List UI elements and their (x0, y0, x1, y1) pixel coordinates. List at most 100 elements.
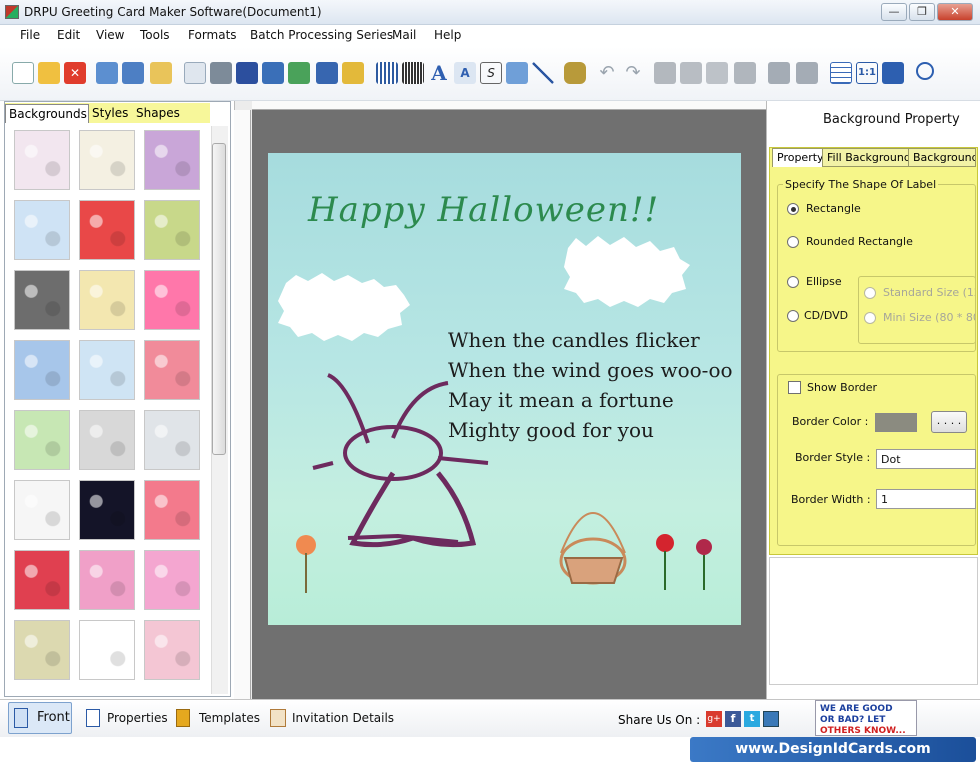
background-thumbnail[interactable] (144, 200, 200, 260)
background-thumbnail[interactable] (14, 200, 70, 260)
delete-icon[interactable] (734, 62, 756, 84)
background-thumbnail[interactable] (79, 620, 135, 680)
poem-line-4[interactable]: Mighty good for you (448, 418, 654, 442)
show-border-checkbox[interactable] (788, 381, 801, 394)
tab-front[interactable]: Front (37, 702, 70, 734)
share-icon[interactable] (763, 711, 779, 727)
background-thumbnail[interactable] (79, 130, 135, 190)
tab-fill-background[interactable]: Fill Background (822, 148, 916, 167)
border-width-input[interactable]: 1 (876, 489, 976, 509)
menu-help[interactable]: Help (434, 28, 461, 42)
radio-cd-dvd[interactable] (787, 310, 799, 322)
facebook-icon[interactable]: f (725, 711, 741, 727)
open-icon[interactable] (38, 62, 60, 84)
word-art-icon[interactable]: A (454, 62, 476, 84)
open-folder-icon[interactable] (150, 62, 172, 84)
background-thumbnail[interactable] (14, 130, 70, 190)
print-icon[interactable] (210, 62, 232, 84)
menu-view[interactable]: View (96, 28, 124, 42)
line-icon[interactable] (532, 62, 554, 84)
undo-icon[interactable]: ↶ (596, 62, 618, 84)
close-button[interactable]: ✕ (937, 3, 973, 21)
background-thumbnail[interactable] (79, 410, 135, 470)
menu-batch-processing[interactable]: Batch Processing Series (250, 28, 393, 42)
background-thumbnail[interactable] (144, 130, 200, 190)
poem-line-3[interactable]: May it mean a fortune (448, 388, 674, 412)
restore-button[interactable]: ❐ (909, 3, 935, 21)
barcode-icon[interactable] (376, 62, 398, 84)
feedback-banner[interactable]: WE ARE GOOD OR BAD? LET OTHERS KNOW... (815, 700, 917, 736)
border-color-swatch[interactable] (875, 413, 917, 432)
background-thumbnail[interactable] (79, 270, 135, 330)
page-setup-icon[interactable] (184, 62, 206, 84)
radio-ellipse[interactable] (787, 276, 799, 288)
text-icon[interactable]: A (428, 62, 450, 84)
barcode2-icon[interactable] (402, 62, 424, 84)
footer-url[interactable]: www.DesignIdCards.com (690, 737, 976, 762)
background-thumbnail[interactable] (79, 340, 135, 400)
grid-icon[interactable] (830, 62, 852, 84)
border-style-select[interactable]: Dot (876, 449, 976, 469)
fit-icon[interactable] (882, 62, 904, 84)
image-icon[interactable] (262, 62, 284, 84)
pen-icon[interactable] (316, 62, 338, 84)
background-thumbnail[interactable] (79, 550, 135, 610)
paste-icon[interactable] (706, 62, 728, 84)
menu-file[interactable]: File (20, 28, 40, 42)
save-as-icon[interactable] (122, 62, 144, 84)
redo-icon[interactable]: ↷ (622, 62, 644, 84)
tab-backgrounds[interactable]: Backgrounds (5, 104, 89, 123)
tab-shapes[interactable]: Shapes (133, 104, 189, 123)
send-back-icon[interactable] (796, 62, 818, 84)
border-color-button[interactable]: . . . . (931, 411, 967, 433)
background-thumbnail[interactable] (79, 200, 135, 260)
shape-icon[interactable] (342, 62, 364, 84)
background-thumbnail[interactable] (144, 550, 200, 610)
background-thumbnail[interactable] (14, 340, 70, 400)
minimize-button[interactable]: — (881, 3, 907, 21)
radio-rectangle[interactable] (787, 203, 799, 215)
tab-property[interactable]: Property (772, 148, 829, 167)
google-plus-icon[interactable]: g+ (706, 711, 722, 727)
menu-mail[interactable]: Mail (392, 28, 416, 42)
background-thumbnail[interactable] (144, 410, 200, 470)
poem-line-2[interactable]: When the wind goes woo-oo (448, 358, 733, 382)
database-icon[interactable] (564, 62, 586, 84)
export-icon[interactable] (236, 62, 258, 84)
tab-templates[interactable]: Templates (199, 702, 260, 734)
actual-size-icon[interactable]: 1:1 (856, 62, 878, 84)
tab-invitation-details[interactable]: Invitation Details (292, 702, 394, 734)
zoom-icon[interactable] (916, 62, 934, 80)
menu-tools[interactable]: Tools (140, 28, 170, 42)
signature-icon[interactable]: S (480, 62, 502, 84)
background-thumbnail[interactable] (144, 620, 200, 680)
tab-styles[interactable]: Styles (89, 104, 133, 123)
tab-background[interactable]: Background (908, 148, 976, 167)
radio-standard-size[interactable] (864, 287, 876, 299)
twitter-icon[interactable]: t (744, 711, 760, 727)
bring-front-icon[interactable] (768, 62, 790, 84)
new-icon[interactable] (12, 62, 34, 84)
cut-icon[interactable] (654, 62, 676, 84)
background-thumbnail[interactable] (14, 410, 70, 470)
save-icon[interactable] (96, 62, 118, 84)
background-thumbnail[interactable] (14, 480, 70, 540)
copy-icon[interactable] (680, 62, 702, 84)
mail-icon[interactable] (506, 62, 528, 84)
close-doc-icon[interactable]: ✕ (64, 62, 86, 84)
scrollbar-thumb[interactable] (212, 143, 226, 455)
background-thumbnail[interactable] (144, 340, 200, 400)
background-thumbnail[interactable] (14, 270, 70, 330)
background-thumbnail[interactable] (79, 480, 135, 540)
image-icon-2[interactable] (288, 62, 310, 84)
radio-mini-size[interactable] (864, 312, 876, 324)
poem-line-1[interactable]: When the candles flicker (448, 328, 700, 352)
card-title[interactable]: Happy Halloween!! (308, 190, 659, 230)
background-thumbnail[interactable] (14, 620, 70, 680)
background-thumbnail[interactable] (144, 270, 200, 330)
tab-properties[interactable]: Properties (107, 702, 168, 734)
background-thumbnail[interactable] (14, 550, 70, 610)
menu-formats[interactable]: Formats (188, 28, 237, 42)
menu-edit[interactable]: Edit (57, 28, 80, 42)
radio-rounded-rectangle[interactable] (787, 236, 799, 248)
